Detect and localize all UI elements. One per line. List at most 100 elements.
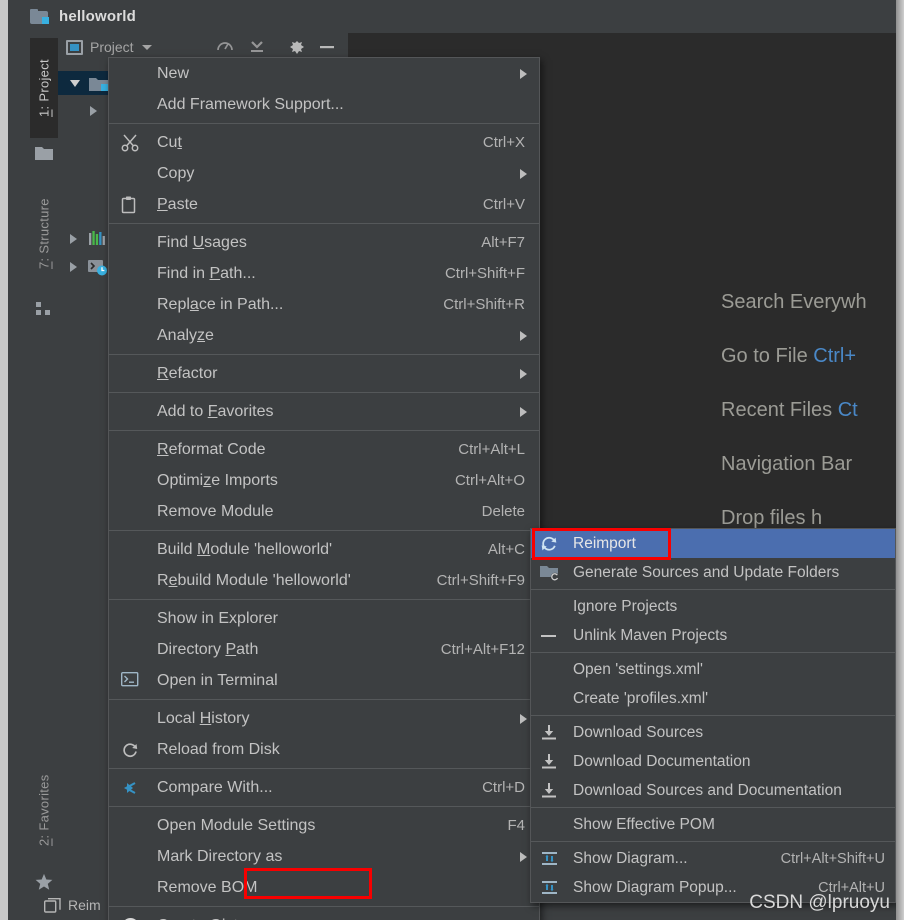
menu-item-reload-from-disk[interactable]: Reload from Disk <box>109 734 539 765</box>
menu-accel: Ctrl+D <box>482 779 525 796</box>
csdn-watermark: CSDN @lpruoyu <box>749 892 890 913</box>
clipboard-icon <box>121 196 143 214</box>
menu-item-compare-with[interactable]: Compare With... Ctrl+D <box>109 772 539 803</box>
submenu-arrow-icon <box>520 330 527 341</box>
submenu-item-show-effective-pom[interactable]: Show Effective POM <box>531 810 895 839</box>
menu-item-build-module[interactable]: Build Module 'helloworld' Alt+C <box>109 534 539 565</box>
menu-separator <box>531 652 895 653</box>
menu-item-analyze[interactable]: Analyze <box>109 320 539 351</box>
diagram-icon <box>540 850 562 868</box>
menu-accel: F4 <box>507 817 525 834</box>
submenu-item-download-sources-and-documentation[interactable]: Download Sources and Documentation <box>531 776 895 805</box>
menu-accel: Ctrl+Shift+R <box>443 296 525 313</box>
menu-item-replace-in-path[interactable]: Replace in Path... Ctrl+Shift+R <box>109 289 539 320</box>
hint-navigation-bar: Navigation Bar <box>721 453 853 475</box>
menu-item-add-framework-support[interactable]: Add Framework Support... <box>109 89 539 120</box>
sidebar-item-structure[interactable]: 7: Structure <box>30 175 58 293</box>
menu-accel: Ctrl+Shift+F <box>444 265 525 282</box>
menu-item-open-module-settings[interactable]: Open Module Settings F4 <box>109 810 539 841</box>
menu-separator <box>531 589 895 590</box>
menu-item-mark-directory-as[interactable]: Mark Directory as <box>109 841 539 872</box>
menu-item-new[interactable]: New <box>109 58 539 89</box>
menu-separator <box>109 699 539 700</box>
left-tool-window-bar: 1: Project 7: Structure 2: Favorites <box>30 33 58 920</box>
menu-item-cut[interactable]: Cut Ctrl+X <box>109 127 539 158</box>
sidebar-item-project[interactable]: 1: Project <box>30 38 58 138</box>
submenu-item-open-settings-xml[interactable]: Open 'settings.xml' <box>531 655 895 684</box>
submenu-item-ignore-projects[interactable]: Ignore Projects <box>531 592 895 621</box>
window-left-gutter <box>8 0 30 920</box>
submenu-item-unlink-maven-projects[interactable]: Unlink Maven Projects <box>531 621 895 650</box>
menu-item-find-usages[interactable]: Find Usages Alt+F7 <box>109 227 539 258</box>
menu-separator <box>109 123 539 124</box>
menu-item-refactor[interactable]: Refactor <box>109 358 539 389</box>
terminal-time-icon <box>88 259 108 276</box>
terminal-window-icon[interactable]: Reim <box>44 897 101 913</box>
github-icon <box>121 917 143 920</box>
menu-item-local-history[interactable]: Local History <box>109 703 539 734</box>
scroll-from-source-icon[interactable] <box>216 38 234 56</box>
menu-accel: Ctrl+Alt+Shift+U <box>780 850 885 867</box>
menu-item-remove-module[interactable]: Remove Module Delete <box>109 496 539 527</box>
menu-accel: Ctrl+Shift+F9 <box>436 572 525 589</box>
window-left-border <box>0 0 8 920</box>
refresh-icon <box>540 535 562 553</box>
chevron-collapsed-icon[interactable] <box>90 106 97 116</box>
maven-projects-icon <box>88 231 106 247</box>
menu-accel: Ctrl+X <box>482 134 525 151</box>
maven-submenu[interactable]: Reimport Generate Sources and Update Fol… <box>530 528 896 903</box>
menu-item-directory-path[interactable]: Directory Path Ctrl+Alt+F12 <box>109 634 539 665</box>
submenu-item-download-documentation[interactable]: Download Documentation <box>531 747 895 776</box>
menu-item-optimize-imports[interactable]: Optimize Imports Ctrl+Alt+O <box>109 465 539 496</box>
submenu-item-show-diagram[interactable]: Show Diagram... Ctrl+Alt+Shift+U <box>531 844 895 873</box>
chevron-expanded-icon[interactable] <box>70 79 80 87</box>
sidebar-item-favorites[interactable]: 2: Favorites <box>30 751 58 869</box>
hint-drop-files: Drop files h <box>721 507 823 529</box>
submenu-item-download-sources[interactable]: Download Sources <box>531 718 895 747</box>
menu-separator <box>109 430 539 431</box>
hint-recent-files: Recent Files Ct <box>721 399 858 421</box>
menu-separator <box>109 768 539 769</box>
window-right-scrollbar[interactable] <box>896 0 904 920</box>
hide-icon[interactable] <box>318 38 336 56</box>
menu-item-copy[interactable]: Copy <box>109 158 539 189</box>
submenu-item-create-profiles-xml[interactable]: Create 'profiles.xml' <box>531 684 895 713</box>
menu-item-add-to-favorites[interactable]: Add to Favorites <box>109 396 539 427</box>
menu-accel: Alt+C <box>487 541 525 558</box>
project-context-menu[interactable]: New Add Framework Support... Cut Ctrl+X … <box>108 57 540 920</box>
menu-separator <box>531 715 895 716</box>
chevron-down-icon[interactable] <box>141 44 152 50</box>
window-titlebar: helloworld <box>0 0 904 33</box>
generate-sources-icon <box>540 564 562 582</box>
menu-item-rebuild-module[interactable]: Rebuild Module 'helloworld' Ctrl+Shift+F… <box>109 565 539 596</box>
submenu-item-reimport[interactable]: Reimport <box>531 529 895 558</box>
scissors-icon <box>121 134 143 152</box>
hint-search-everywhere: Search Everywh <box>721 291 867 313</box>
menu-separator <box>109 354 539 355</box>
project-view-select-icon[interactable] <box>66 39 83 55</box>
menu-item-create-gist[interactable]: Create Gist... <box>109 910 539 920</box>
submenu-arrow-icon <box>520 851 527 862</box>
download-icon <box>540 724 562 742</box>
submenu-arrow-icon <box>520 368 527 379</box>
folder-module-icon <box>89 76 108 91</box>
download-icon <box>540 782 562 800</box>
menu-item-show-in-explorer[interactable]: Show in Explorer <box>109 603 539 634</box>
menu-item-find-in-path[interactable]: Find in Path... Ctrl+Shift+F <box>109 258 539 289</box>
chevron-collapsed-icon[interactable] <box>70 262 77 272</box>
minus-icon <box>540 627 562 645</box>
menu-item-remove-bom[interactable]: Remove BOM <box>109 872 539 903</box>
menu-separator <box>531 807 895 808</box>
collapse-all-icon[interactable] <box>248 38 266 56</box>
settings-gear-icon[interactable] <box>288 38 306 56</box>
folder-module-icon <box>30 9 49 24</box>
submenu-item-generate-sources[interactable]: Generate Sources and Update Folders <box>531 558 895 587</box>
menu-accel: Ctrl+Alt+O <box>454 472 525 489</box>
compare-icon <box>121 779 143 797</box>
menu-accel: Ctrl+V <box>482 196 525 213</box>
chevron-collapsed-icon[interactable] <box>70 234 77 244</box>
menu-item-paste[interactable]: Paste Ctrl+V <box>109 189 539 220</box>
menu-item-open-in-terminal[interactable]: Open in Terminal <box>109 665 539 696</box>
menu-item-reformat-code[interactable]: Reformat Code Ctrl+Alt+L <box>109 434 539 465</box>
menu-separator <box>109 223 539 224</box>
